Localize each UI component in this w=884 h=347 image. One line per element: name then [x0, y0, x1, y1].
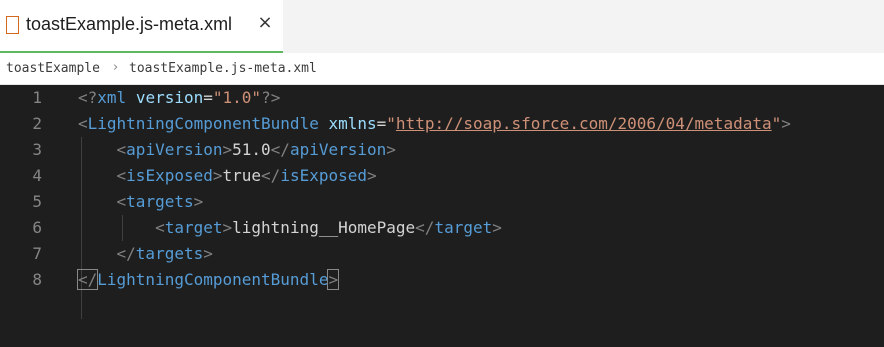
line-content: </LightningComponentBundle> — [76, 269, 340, 290]
code-line: 3 <apiVersion>51.0</apiVersion> — [0, 137, 884, 163]
line-number: 7 — [32, 244, 42, 263]
breadcrumb: toastExample › toastExample.js-meta.xml — [0, 53, 884, 85]
code-line: 5 <targets> — [0, 189, 884, 215]
code-editor[interactable]: 1 <?xml version="1.0"?> 2 <LightningComp… — [0, 85, 884, 347]
line-content: <targets> — [116, 192, 204, 211]
close-icon[interactable]: × — [256, 12, 274, 34]
breadcrumb-file[interactable]: toastExample.js-meta.xml — [129, 61, 317, 76]
code-line: 4 <isExposed>true</isExposed> — [0, 163, 884, 189]
code-line: 7 </targets> — [0, 241, 884, 267]
code-line: 8 </LightningComponentBundle> — [0, 267, 884, 293]
line-number: 1 — [32, 88, 42, 107]
tab-label: toastExample.js-meta.xml — [26, 14, 233, 34]
chevron-right-icon: › — [113, 60, 119, 75]
editor-tab[interactable]: toastExample.js-meta.xml × — [0, 0, 283, 53]
line-content: <isExposed>true</isExposed> — [116, 166, 377, 185]
line-number: 5 — [32, 192, 42, 211]
line-content: <LightningComponentBundle xmlns="http://… — [78, 114, 791, 133]
bracket-match: > — [327, 269, 340, 290]
line-content: </targets> — [116, 244, 213, 263]
code-line: 1 <?xml version="1.0"?> — [0, 85, 884, 111]
line-number: 4 — [32, 166, 42, 185]
line-number: 6 — [32, 218, 42, 237]
breadcrumb-folder[interactable]: toastExample — [6, 61, 100, 76]
tab-bar: toastExample.js-meta.xml × — [0, 0, 884, 53]
line-content: <?xml version="1.0"?> — [78, 88, 281, 107]
url-link[interactable]: http://soap.sforce.com/2006/04/metadata — [396, 114, 772, 133]
line-content: <apiVersion>51.0</apiVersion> — [116, 140, 396, 159]
code-line: 2 <LightningComponentBundle xmlns="http:… — [0, 111, 884, 137]
file-icon — [6, 16, 19, 34]
line-content: <target>lightning__HomePage</target> — [155, 218, 502, 237]
line-number: 8 — [32, 270, 42, 289]
code-line: 6 <target>lightning__HomePage</target> — [0, 215, 884, 241]
line-number: 2 — [32, 114, 42, 133]
line-number: 3 — [32, 140, 42, 159]
bracket-match: </ — [76, 269, 99, 290]
